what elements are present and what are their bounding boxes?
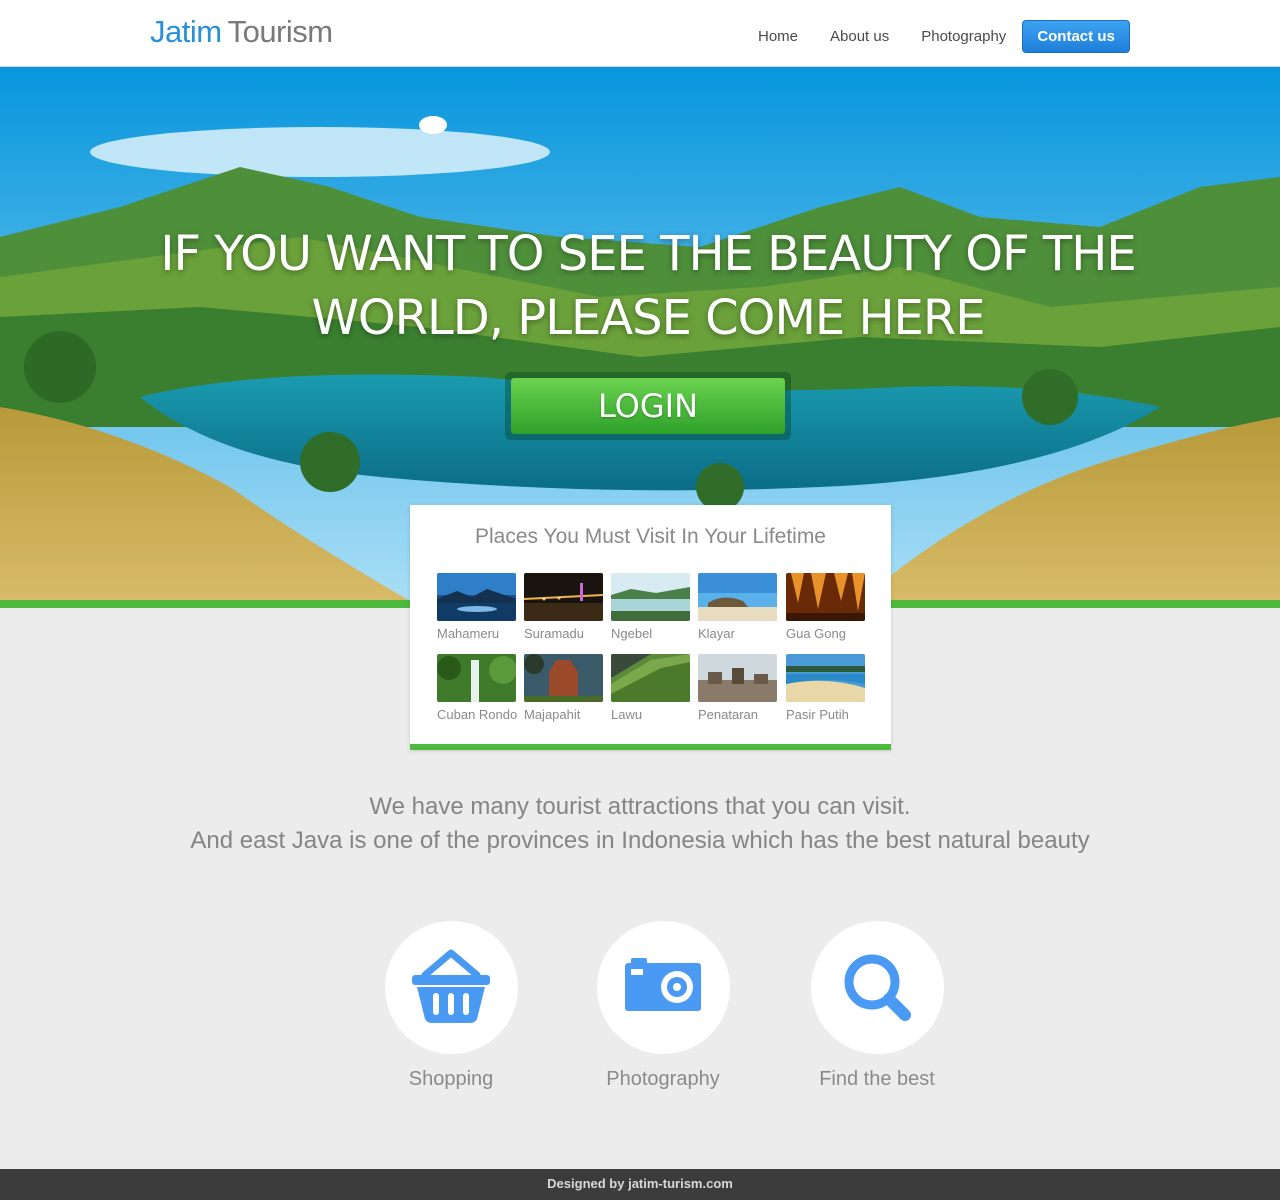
contact-us-button[interactable]: Contact us <box>1022 20 1130 53</box>
footer-credit: Designed by jatim-turism.com <box>547 1176 733 1191</box>
place-name: Majapahit <box>524 707 581 722</box>
place-thumbnail <box>698 573 777 621</box>
place-mahameru[interactable]: Mahameru <box>437 573 519 642</box>
camera-icon <box>624 958 701 1011</box>
place-name: Mahameru <box>437 626 500 641</box>
place-name: Lawu <box>611 707 643 722</box>
feature-shopping[interactable]: Shopping <box>371 921 531 1091</box>
site-header: Jatim Tourism Home About us Photography C… <box>0 0 1280 67</box>
intro-text: We have many tourist attractions that yo… <box>140 790 1140 858</box>
login-button[interactable]: LOGIN <box>511 378 785 434</box>
place-klayar[interactable]: Klayar <box>698 573 780 642</box>
feature-label: Shopping <box>408 1068 494 1090</box>
site-footer: Designed by jatim-turism.com <box>0 1169 1280 1200</box>
place-suramadu[interactable]: Suramadu <box>524 573 606 642</box>
feature-circle <box>596 921 730 1054</box>
place-thumbnail <box>698 654 777 702</box>
place-name: Klayar <box>698 626 735 641</box>
feature-circle <box>384 921 518 1054</box>
logo-secondary: Tourism <box>227 14 334 49</box>
main-nav: Home About us Photography Contact us <box>742 20 1130 53</box>
feature-label: Photography <box>606 1068 720 1090</box>
places-card: Places You Must Visit In Your Lifetime M… <box>410 505 891 750</box>
place-name: Ngebel <box>611 626 653 641</box>
feature-find-the-best[interactable]: Find the best <box>797 921 957 1091</box>
place-name: Pasir Putih <box>786 707 849 722</box>
place-name: Penataran <box>698 707 758 722</box>
place-thumbnail <box>611 654 690 702</box>
place-thumbnail <box>524 573 603 621</box>
place-penataran[interactable]: Penataran <box>698 654 780 723</box>
feature-label: Find the best <box>819 1068 935 1090</box>
logo-primary: Jatim <box>150 14 222 49</box>
place-thumbnail <box>437 573 516 621</box>
place-thumbnail <box>524 654 603 702</box>
site-logo[interactable]: Jatim Tourism <box>150 14 333 50</box>
place-cuban-rondo[interactable]: Cuban Rondo <box>437 654 519 723</box>
feature-photography[interactable]: Photography <box>583 921 743 1091</box>
feature-circle <box>810 921 944 1054</box>
nav-home[interactable]: Home <box>742 20 814 53</box>
place-pasir-putih[interactable]: Pasir Putih <box>786 654 868 723</box>
search-icon <box>844 954 911 1021</box>
nav-about-us[interactable]: About us <box>814 20 905 53</box>
place-thumbnail <box>786 573 865 621</box>
place-thumbnail <box>611 573 690 621</box>
place-name: Cuban Rondo <box>437 707 518 722</box>
place-name: Gua Gong <box>786 626 846 641</box>
place-gua-gong[interactable]: Gua Gong <box>786 573 868 642</box>
places-title: Places You Must Visit In Your Lifetime <box>475 525 826 548</box>
place-thumbnail <box>437 654 516 702</box>
place-name: Suramadu <box>524 626 584 641</box>
intro-line-1: We have many tourist attractions that yo… <box>369 793 911 820</box>
place-lawu[interactable]: Lawu <box>611 654 693 723</box>
intro-line-2: And east Java is one of the provinces in… <box>190 827 1090 854</box>
hero-headline: IF YOU WANT TO SEE THE BEAUTY OF THE WOR… <box>160 226 1136 346</box>
login-button-frame: LOGIN <box>505 372 791 440</box>
place-majapahit[interactable]: Majapahit <box>524 654 606 723</box>
nav-photography[interactable]: Photography <box>905 20 1022 53</box>
basket-icon <box>411 949 490 1023</box>
place-thumbnail <box>786 654 865 702</box>
place-ngebel[interactable]: Ngebel <box>611 573 693 642</box>
